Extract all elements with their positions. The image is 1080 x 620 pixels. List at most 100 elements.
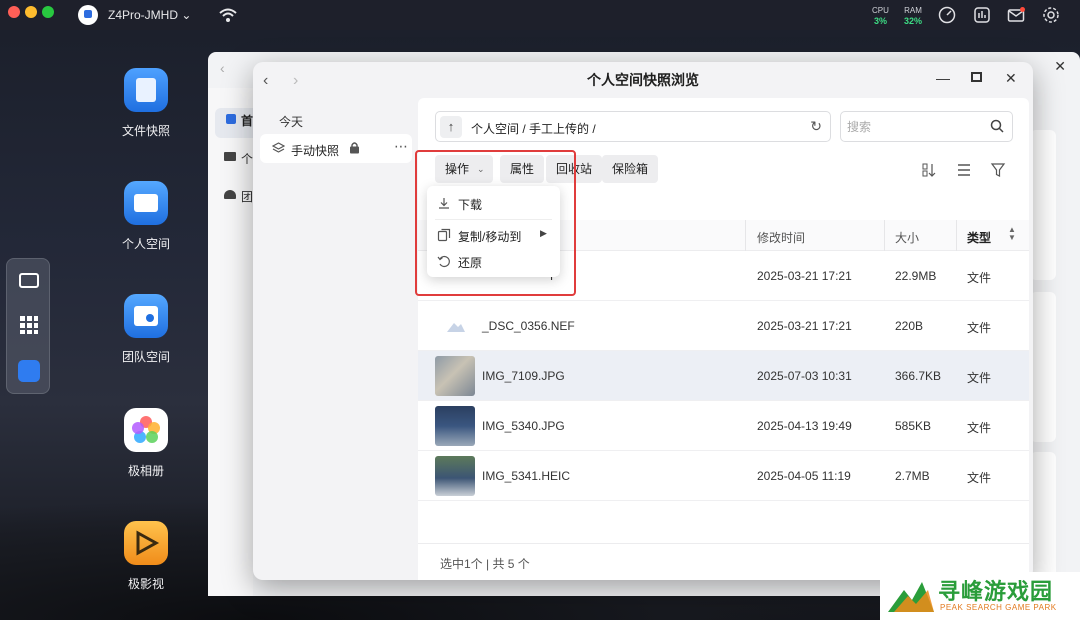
ram-value: 32% — [904, 16, 923, 26]
dock-label: 文件快照 — [121, 124, 170, 138]
monitor-icon[interactable] — [19, 273, 39, 288]
vault-button[interactable]: 保险箱 — [602, 155, 659, 183]
selection-status: 选中1个 | 共 5 个 — [440, 557, 530, 571]
snapshot-group-label: 今天 — [279, 115, 304, 129]
path-bar[interactable]: ↑ 个人空间 / 手工上传的 / ↻ — [435, 111, 831, 142]
flower-icon — [124, 408, 168, 452]
dock-personal-space[interactable]: 个人空间 — [110, 181, 182, 252]
home-icon — [226, 114, 236, 124]
cpu-value: 3% — [873, 16, 887, 26]
submenu-arrow-icon: ▶ — [540, 228, 547, 238]
dock-team-space[interactable]: 团队空间 — [110, 294, 182, 365]
maximize-icon[interactable] — [971, 72, 982, 82]
image-thumbnail — [435, 456, 475, 496]
image-thumbnail — [435, 356, 475, 396]
search-icon[interactable] — [990, 119, 1004, 133]
file-name: IMG_5341.HEIC — [482, 469, 571, 483]
minimize-icon[interactable]: — — [936, 70, 950, 86]
device-name[interactable]: Z4Pro-JMHD ⌄ — [108, 8, 191, 22]
menu-item-restore[interactable]: 还原 — [427, 249, 560, 273]
menu-label: 复制/移动到 — [458, 230, 522, 244]
gauge-icon[interactable] — [938, 6, 956, 24]
zoom-dot[interactable] — [42, 6, 54, 18]
refresh-icon[interactable]: ↻ — [810, 118, 822, 135]
snapshot-list-pane: 今天 手动快照 ⋯ — [253, 98, 418, 580]
file-mtime: 2025-07-03 10:31 — [757, 369, 852, 383]
back-nav-icon: ‹ — [220, 60, 225, 76]
image-file-icon — [447, 323, 465, 332]
sort-icon[interactable] — [921, 162, 937, 178]
up-arrow-icon[interactable]: ↑ — [440, 116, 462, 138]
device-name-text: Z4Pro-JMHD — [108, 8, 179, 22]
file-mtime: 2025-04-05 11:19 — [757, 469, 851, 483]
team-icon — [224, 190, 236, 199]
dock-label: 极相册 — [127, 464, 164, 478]
file-mtime: 2025-03-21 17:21 — [757, 269, 852, 283]
dock-label: 团队空间 — [121, 350, 170, 364]
grid-icon[interactable] — [19, 315, 39, 335]
menu-item-download[interactable]: 下载 — [427, 191, 560, 215]
path-text: 个人空间 / 手工上传的 / — [471, 122, 596, 136]
column-size[interactable]: 大小 — [895, 229, 919, 246]
file-mtime: 2025-04-13 19:49 — [757, 419, 852, 433]
folder-icon — [224, 152, 236, 161]
back-sidebar-item[interactable]: 团 — [241, 188, 253, 205]
close-icon[interactable]: ✕ — [1054, 58, 1066, 75]
ram-indicator: RAM 32% — [904, 6, 922, 26]
file-name: _DSC_0356.NEF — [482, 319, 575, 333]
dock-video[interactable]: 极影视 — [110, 521, 182, 592]
more-icon[interactable]: ⋯ — [394, 138, 408, 155]
file-type: 文件 — [967, 421, 992, 435]
folder-icon — [124, 181, 168, 225]
close-dot[interactable] — [8, 6, 20, 18]
table-row[interactable]: IMG_5340.JPG 2025-04-13 19:49 585KB 文件 — [418, 401, 1029, 451]
sort-arrows-icon[interactable]: ▲ ▼ — [1008, 226, 1016, 242]
menu-item-copy-move[interactable]: 复制/移动到 ▶ — [427, 223, 560, 247]
task-icon[interactable] — [973, 6, 991, 24]
search-box[interactable] — [840, 111, 1013, 142]
back-sidebar-item[interactable]: 首 — [241, 112, 253, 129]
search-input[interactable] — [847, 118, 977, 136]
device-logo-icon — [78, 5, 98, 25]
close-icon[interactable]: ✕ — [1005, 70, 1017, 87]
file-snapshot-mini-icon[interactable] — [18, 360, 40, 382]
dock-label: 极影视 — [127, 577, 164, 591]
mail-icon[interactable] — [1007, 6, 1025, 24]
dock-photo-album[interactable]: 极相册 — [110, 408, 182, 479]
team-folder-icon — [124, 294, 168, 338]
gear-icon[interactable] — [1042, 6, 1060, 24]
column-type[interactable]: 类型 — [967, 229, 991, 246]
layers-icon — [272, 142, 285, 153]
dock-file-snapshot[interactable]: 文件快照 — [110, 68, 182, 139]
back-sidebar: 首 个 团 — [208, 88, 253, 596]
file-size: 220B — [895, 319, 924, 333]
watermark-subtitle: PEAK SEARCH GAME PARK — [940, 603, 1057, 612]
file-name: IMG_7109.JPG — [482, 369, 565, 383]
wifi-icon — [219, 8, 237, 22]
back-sidebar-item[interactable]: 个 — [241, 150, 253, 167]
restore-icon — [437, 255, 450, 268]
download-icon — [439, 198, 449, 209]
table-row[interactable]: IMG_5341.HEIC 2025-04-05 11:19 2.7MB 文件 — [418, 451, 1029, 501]
mini-dock — [6, 258, 50, 394]
table-row[interactable]: _DSC_0356.NEF 2025-03-21 17:21 220B 文件 — [418, 301, 1029, 351]
file-type: 文件 — [967, 471, 992, 485]
file-size: 366.7KB — [895, 369, 942, 383]
list-view-icon[interactable] — [956, 162, 972, 178]
file-type: 文件 — [967, 371, 992, 385]
file-size: 585KB — [895, 419, 932, 433]
ram-label: RAM — [904, 6, 922, 15]
menu-label: 下载 — [458, 198, 483, 212]
column-mtime[interactable]: 修改时间 — [757, 229, 805, 246]
dock-label: 个人空间 — [121, 237, 170, 251]
watermark-title: 寻峰游戏园 — [938, 579, 1054, 604]
minimize-dot[interactable] — [25, 6, 37, 18]
snapshot-item-manual[interactable]: 手动快照 ⋯ — [260, 134, 412, 163]
cpu-indicator: CPU 3% — [872, 6, 889, 26]
menu-label: 还原 — [458, 256, 483, 270]
snapshot-browser-window: ‹ › 个人空间快照浏览 — ✕ 今天 手动快照 ⋯ ↑ 个人空间 / 手工上传… — [253, 62, 1033, 580]
table-row[interactable]: IMG_7109.JPG 2025-07-03 10:31 366.7KB 文件 — [418, 351, 1029, 401]
file-size: 22.9MB — [895, 269, 937, 283]
filter-icon[interactable] — [990, 162, 1006, 178]
file-size: 2.7MB — [895, 469, 930, 483]
